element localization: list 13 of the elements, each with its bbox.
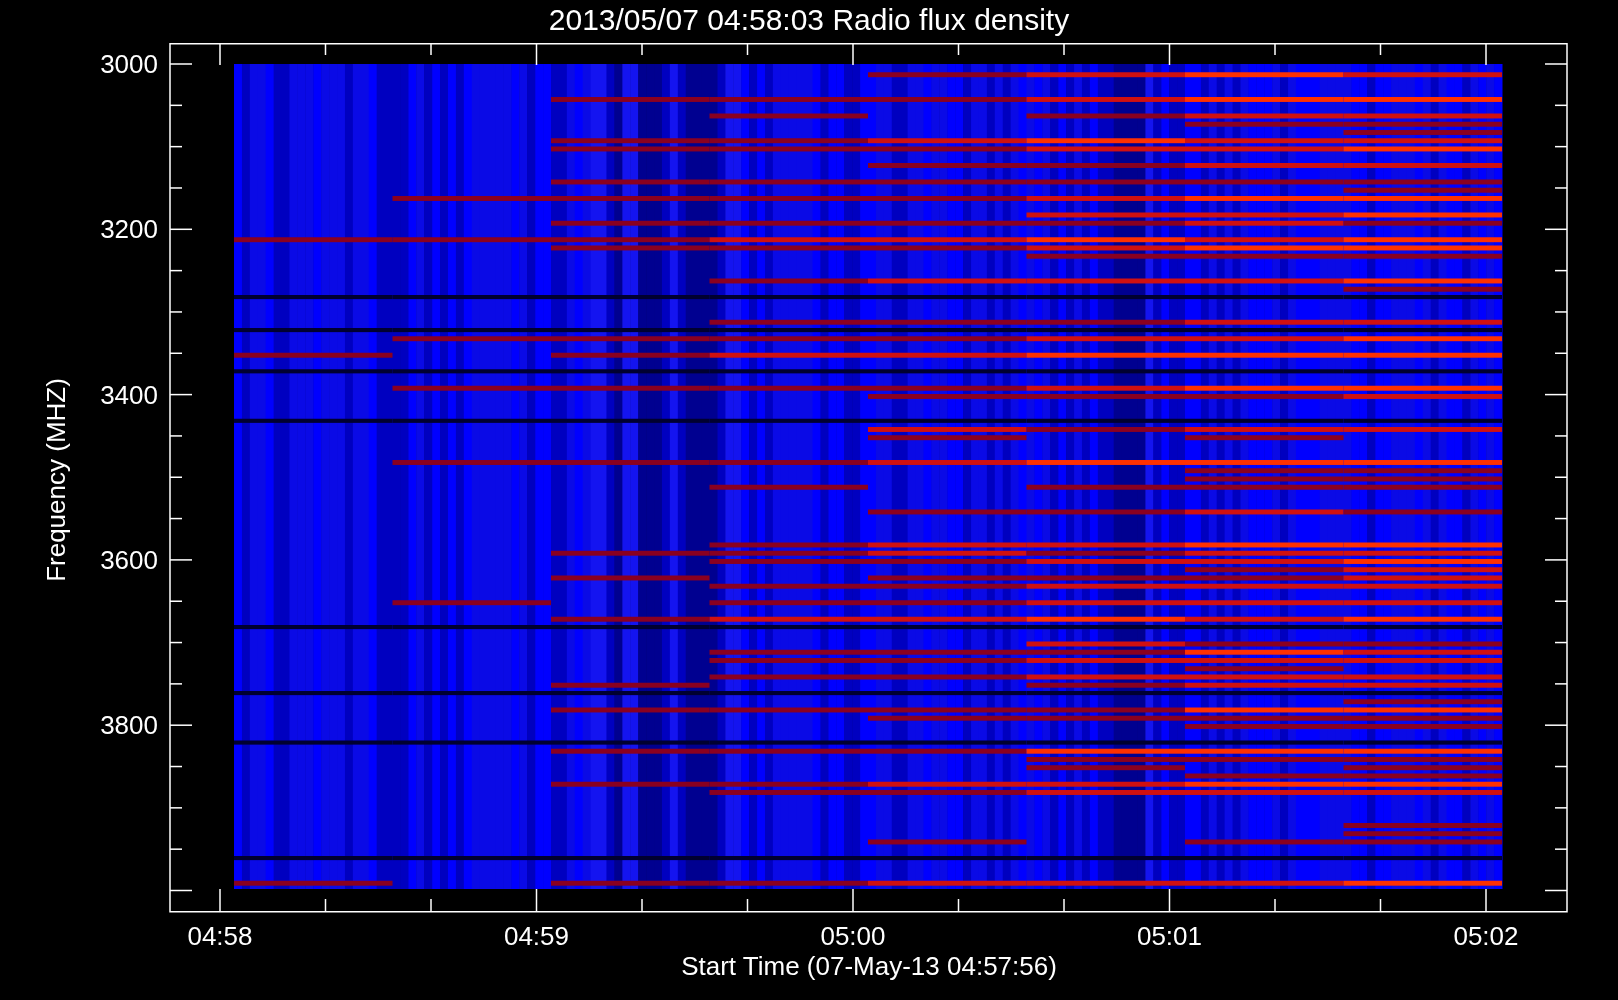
x-tick-label: 04:59	[503, 921, 570, 951]
y-tick-label: 3200	[100, 214, 158, 245]
y-axis-title: Frequency (MHZ)	[41, 378, 71, 582]
y-tick-label: 3800	[100, 710, 158, 741]
x-tick-label: 05:00	[820, 921, 886, 951]
y-tick-label: 3400	[100, 379, 158, 410]
x-tick-label: 05:02	[1453, 921, 1519, 951]
x-axis-title: Start Time (07-May-13 04:57:56)	[681, 951, 1057, 981]
y-tick-label: 3000	[100, 49, 158, 79]
x-tick-label: 04:58	[187, 921, 253, 951]
x-tick-label: 05:01	[1136, 921, 1203, 951]
y-tick-label: 3600	[100, 544, 158, 575]
plot-title: 2013/05/07 04:58:03 Radio flux density	[548, 2, 1070, 38]
